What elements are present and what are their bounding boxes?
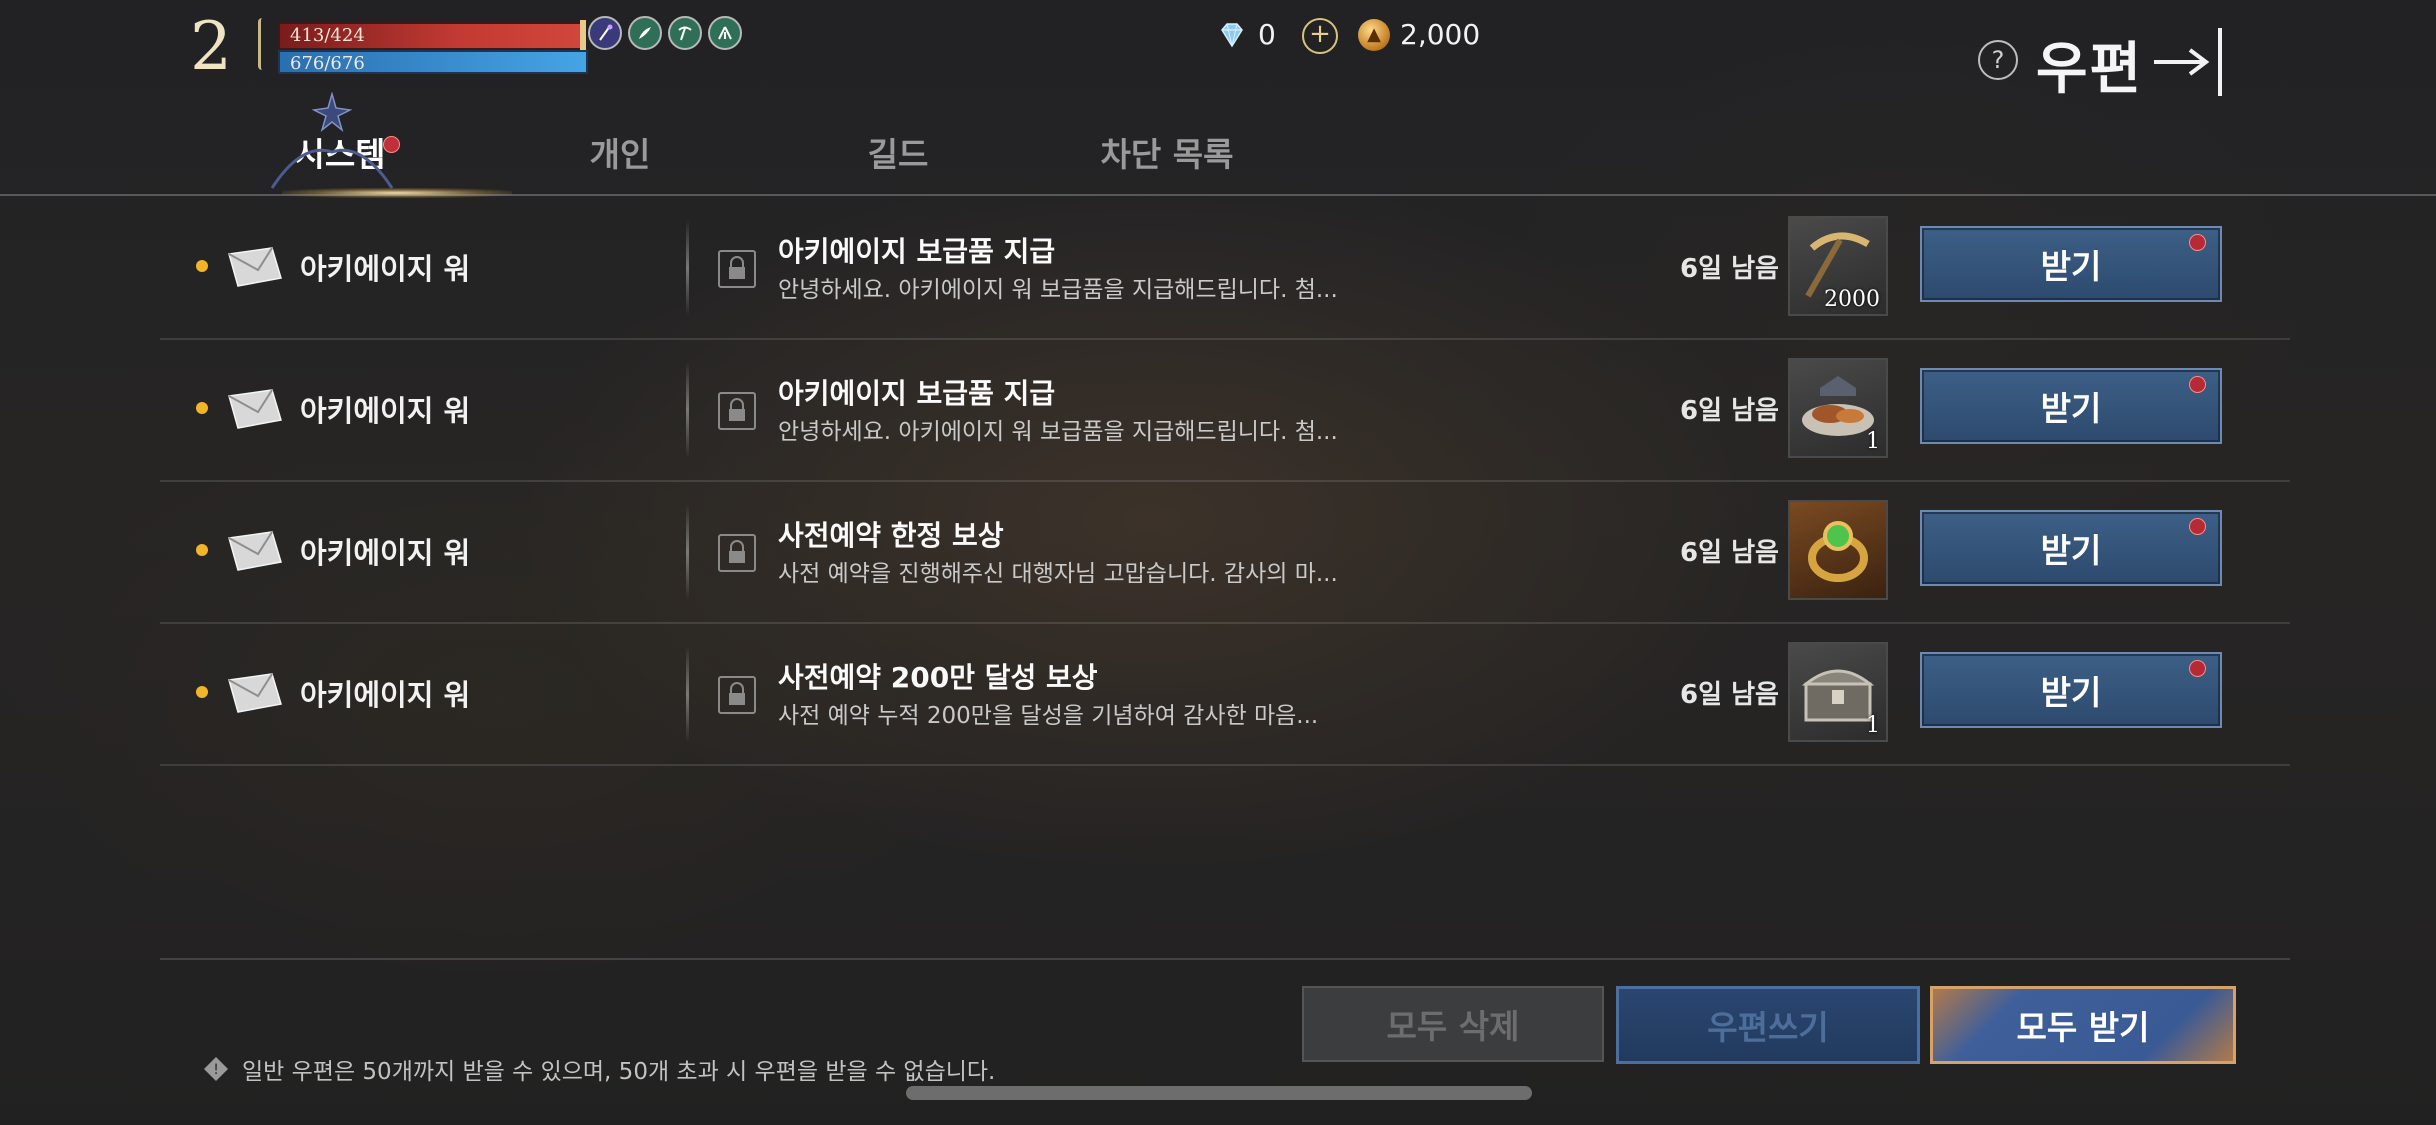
buff-list <box>588 16 742 50</box>
unread-dot <box>196 402 208 414</box>
pickaxe-buff-icon[interactable] <box>668 16 702 50</box>
feather-buff-icon[interactable] <box>628 16 662 50</box>
notification-dot <box>2189 376 2206 393</box>
info-diamond-icon: ! <box>204 1057 228 1081</box>
receive-button-label: 받기 <box>2040 247 2102 286</box>
mail-preview: 사전 예약 누적 200만을 달성을 기념하여 감사한 마음... <box>778 703 1319 729</box>
delete-all-button[interactable]: 모두 삭제 <box>1302 986 1604 1062</box>
unread-dot <box>196 544 208 556</box>
envelope-icon <box>228 673 282 713</box>
diamond-currency: 0 <box>1216 18 1276 51</box>
reward-item-slot[interactable]: 2000 <box>1788 216 1888 316</box>
notice-text: 일반 우편은 50개까지 받을 수 있으며, 50개 초과 시 우편을 받을 수… <box>242 1059 996 1085</box>
mail-preview: 안녕하세요. 아키에이지 워 보급품을 지급해드립니다. 첨... <box>778 419 1338 445</box>
gold-amount: 2,000 <box>1400 18 1481 51</box>
tab-block-list-label: 차단 목록 <box>1100 135 1234 174</box>
home-indicator-bar <box>906 1086 1532 1100</box>
hp-bar-cap <box>580 20 586 52</box>
mail-title: 사전예약 한정 보상 <box>778 519 1004 552</box>
expiry-text: 6일 남음 <box>1680 254 1779 284</box>
mail-row[interactable]: 아키에이지 워 사전예약 한정 보상 사전 예약을 진행해주신 대행자님 고맙습… <box>160 482 2290 624</box>
tab-ornament-icon <box>270 92 394 189</box>
receive-all-button[interactable]: 모두 받기 <box>1930 986 2236 1064</box>
svg-text:!: ! <box>213 1062 219 1078</box>
mail-sender: 아키에이지 워 <box>300 678 471 712</box>
hp-text: 413/424 <box>290 25 365 46</box>
gold-coin-icon: ▲ <box>1358 18 1390 51</box>
tent-buff-icon[interactable] <box>708 16 742 50</box>
write-mail-button[interactable]: 우편쓰기 <box>1616 986 1920 1064</box>
reward-item-slot[interactable]: 1 <box>1788 642 1888 742</box>
diamond-icon <box>1221 22 1243 47</box>
mail-title: 아키에이지 보급품 지급 <box>778 235 1056 268</box>
envelope-icon <box>228 247 282 287</box>
mail-sender: 아키에이지 워 <box>300 252 471 286</box>
receive-button[interactable]: 받기 <box>1920 226 2222 302</box>
item-count: 1 <box>1866 713 1880 738</box>
column-divider <box>686 220 689 316</box>
gold-currency: ▲ 2,000 <box>1358 18 1480 51</box>
item-count: 1 <box>1866 429 1880 454</box>
mail-preview: 사전 예약을 진행해주신 대행자님 고맙습니다. 감사의 마... <box>778 561 1338 587</box>
notification-dot <box>2189 518 2206 535</box>
mail-title: 아키에이지 보급품 지급 <box>778 377 1056 410</box>
mail-row[interactable]: 아키에이지 워 아키에이지 보급품 지급 안녕하세요. 아키에이지 워 보급품을… <box>160 340 2290 482</box>
tab-block-list[interactable]: 차단 목록 <box>1092 128 1242 192</box>
notification-dot <box>2189 660 2206 677</box>
tab-divider <box>0 194 2436 196</box>
reward-item-slot[interactable]: 1 <box>1788 358 1888 458</box>
envelope-icon <box>228 531 282 571</box>
mail-list: 아키에이지 워 아키에이지 보급품 지급 안녕하세요. 아키에이지 워 보급품을… <box>160 198 2290 766</box>
column-divider <box>686 646 689 742</box>
mail-sender: 아키에이지 워 <box>300 536 471 570</box>
column-divider <box>686 504 689 600</box>
receive-button-label: 받기 <box>2040 389 2102 428</box>
help-icon[interactable]: ? <box>1978 40 2018 80</box>
mp-bar: 676/676 <box>278 50 588 74</box>
envelope-icon <box>228 389 282 429</box>
item-count: 2000 <box>1824 287 1880 312</box>
lock-icon <box>718 392 756 430</box>
level-bracket <box>258 18 269 70</box>
expiry-text: 6일 남음 <box>1680 680 1779 710</box>
column-divider <box>686 362 689 458</box>
tab-personal-label: 개인 <box>589 135 651 174</box>
tab-guild-label: 길드 <box>867 135 929 174</box>
lock-icon <box>718 250 756 288</box>
unread-dot <box>196 260 208 272</box>
expiry-text: 6일 남음 <box>1680 396 1779 426</box>
mail-notice: ! 일반 우편은 50개까지 받을 수 있으며, 50개 초과 시 우편을 받을… <box>202 1052 995 1086</box>
receive-button[interactable]: 받기 <box>1920 368 2222 444</box>
hp-bar: 413/424 <box>278 20 586 52</box>
lock-icon <box>718 676 756 714</box>
expiry-text: 6일 남음 <box>1680 538 1779 568</box>
mail-preview: 안녕하세요. 아키에이지 워 보급품을 지급해드립니다. 첨... <box>778 277 1338 303</box>
staff-buff-icon[interactable] <box>588 16 622 50</box>
reward-item-slot[interactable] <box>1788 500 1888 600</box>
page-title: 우편 <box>2036 37 2144 102</box>
exit-icon[interactable] <box>2150 22 2230 102</box>
plus-icon[interactable]: + <box>1302 18 1338 54</box>
mail-title: 사전예약 200만 달성 보상 <box>778 661 1098 694</box>
mail-row[interactable]: 아키에이지 워 아키에이지 보급품 지급 안녕하세요. 아키에이지 워 보급품을… <box>160 198 2290 340</box>
mail-sender: 아키에이지 워 <box>300 394 471 428</box>
footer-divider <box>160 958 2290 960</box>
mp-text: 676/676 <box>290 53 365 74</box>
add-currency[interactable]: + <box>1302 18 1338 54</box>
receive-button-label: 받기 <box>2040 673 2102 712</box>
emerald-ring-icon <box>1808 521 1868 582</box>
unread-dot <box>196 686 208 698</box>
notification-dot <box>2189 234 2206 251</box>
diamond-amount: 0 <box>1258 18 1276 51</box>
tab-guild[interactable]: 길드 <box>858 128 938 192</box>
tab-personal[interactable]: 개인 <box>580 128 660 192</box>
lock-icon <box>718 534 756 572</box>
receive-button[interactable]: 받기 <box>1920 510 2222 586</box>
receive-button[interactable]: 받기 <box>1920 652 2222 728</box>
mail-row[interactable]: 아키에이지 워 사전예약 200만 달성 보상 사전 예약 누적 200만을 달… <box>160 624 2290 766</box>
player-level: 2 <box>190 8 232 85</box>
receive-button-label: 받기 <box>2040 531 2102 570</box>
